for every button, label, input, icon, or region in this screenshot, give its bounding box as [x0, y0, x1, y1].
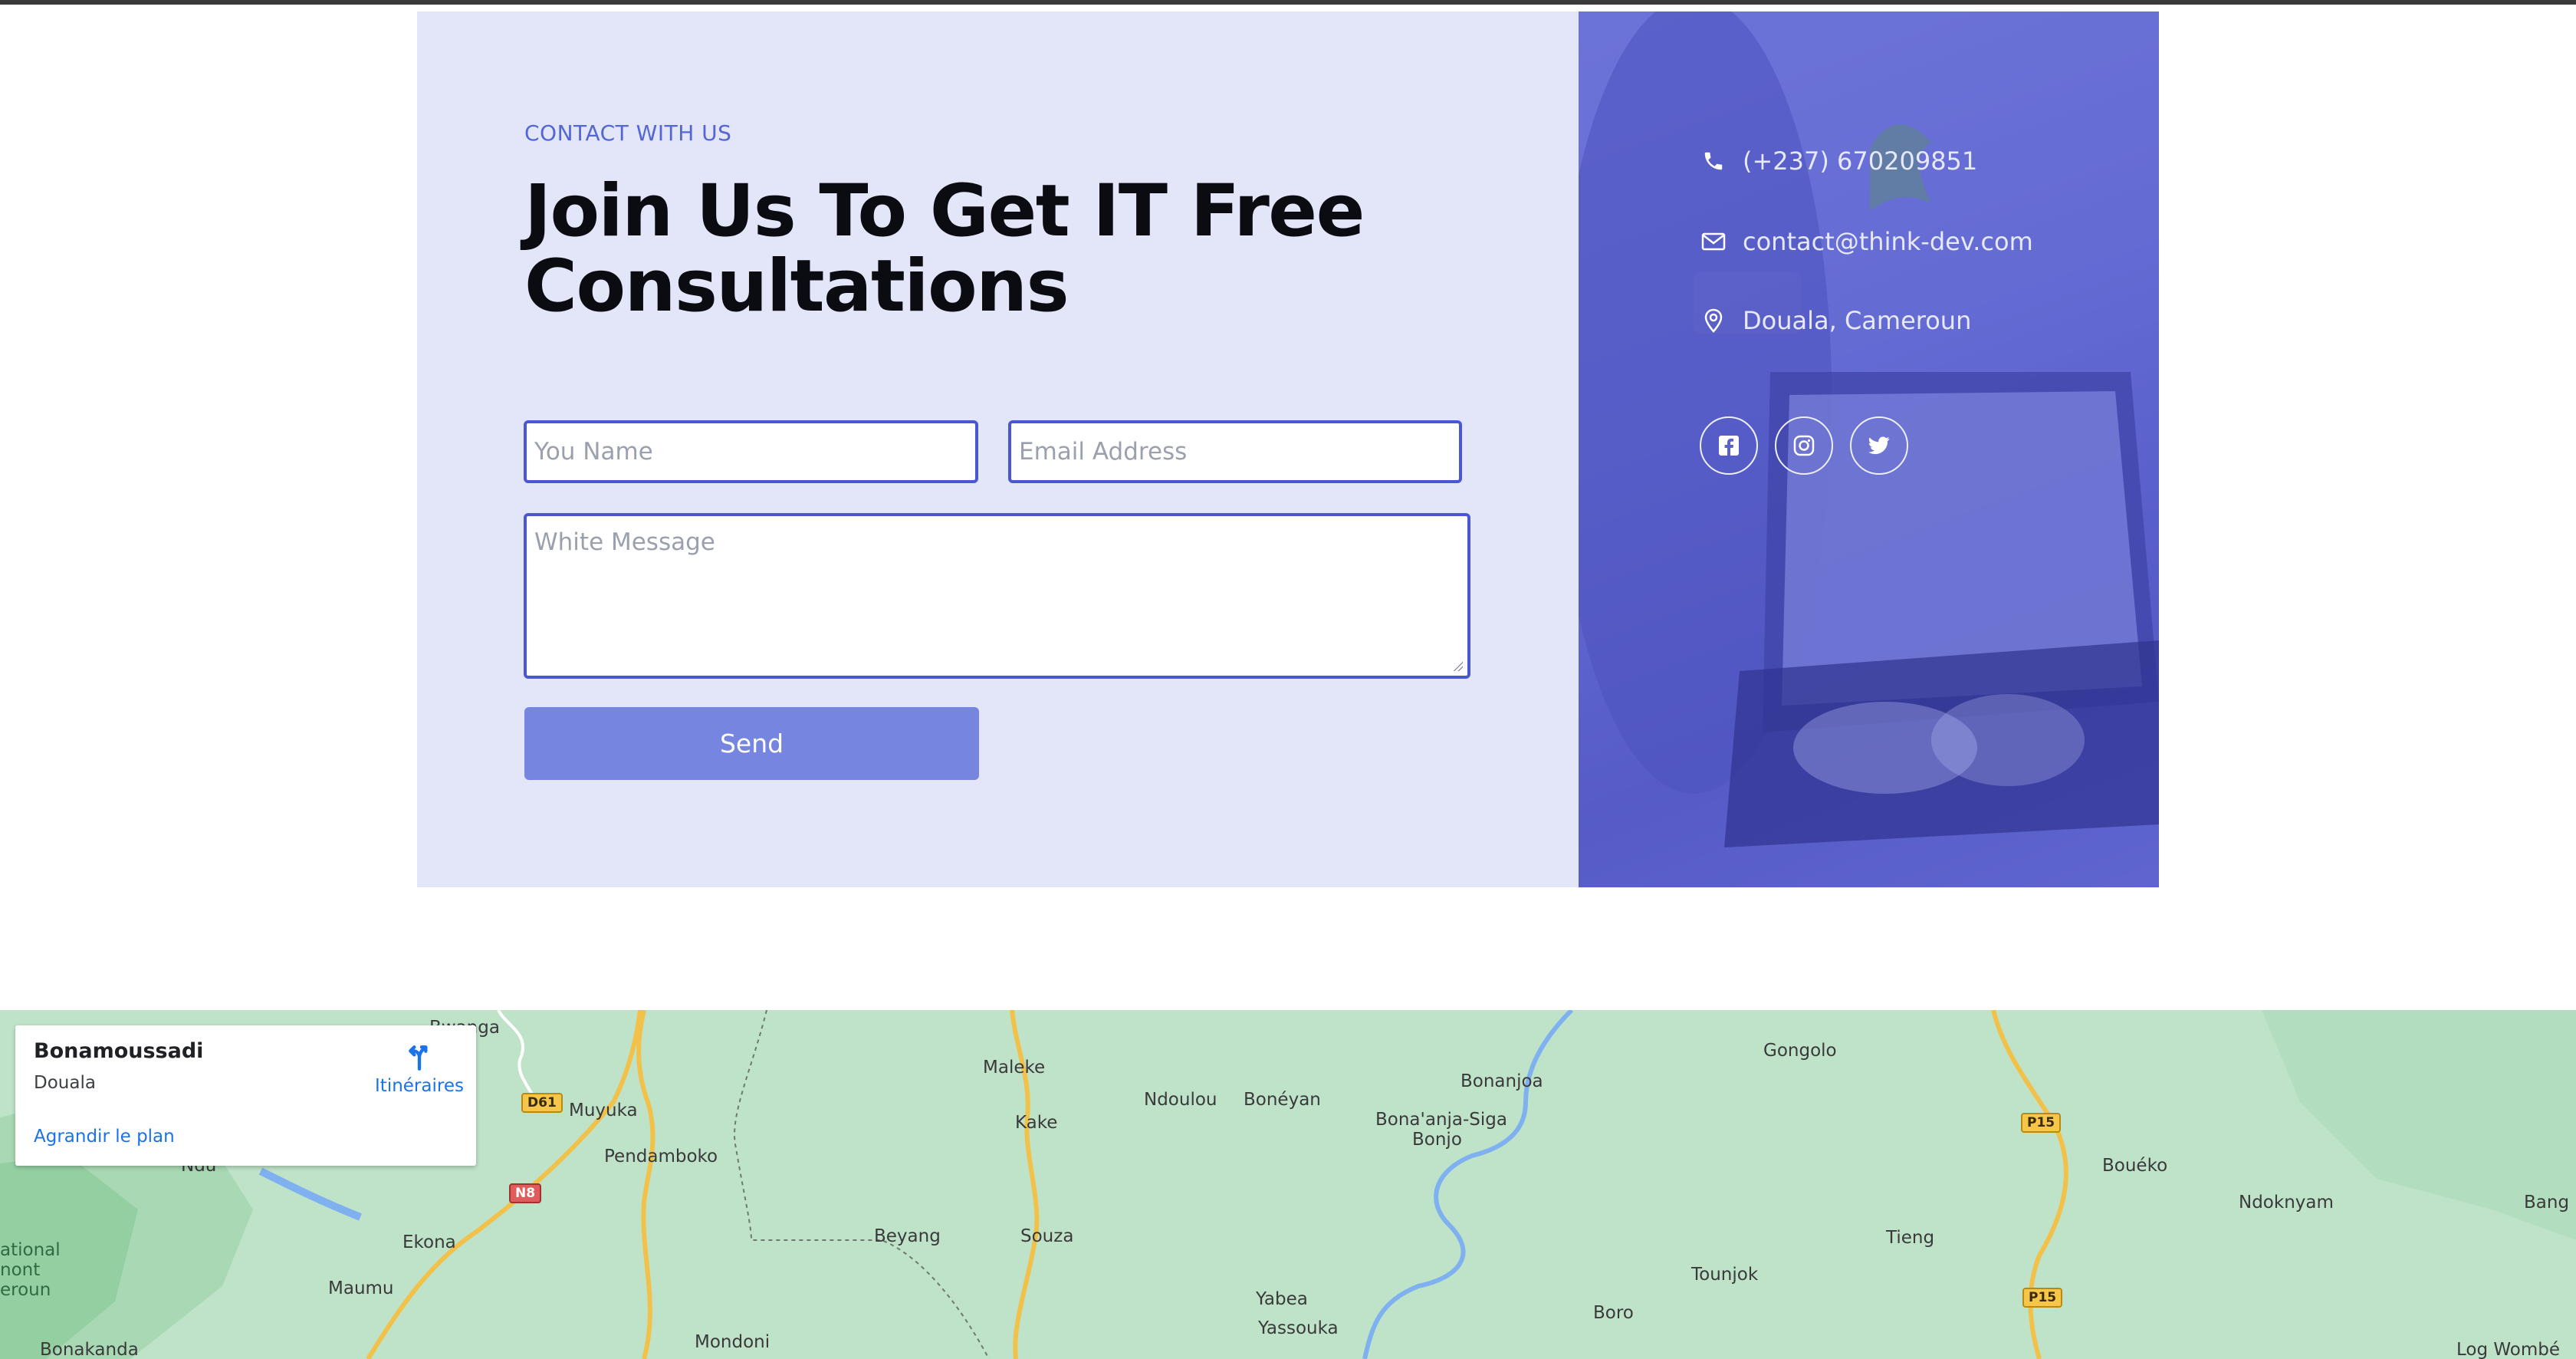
mail-icon: [1701, 229, 1726, 254]
name-placeholder: You Name: [534, 438, 653, 466]
road-label: D61: [521, 1093, 563, 1113]
place-label: Maumu: [328, 1278, 394, 1298]
place-label: eroun: [0, 1280, 51, 1300]
contact-section: CONTACT WITH US Join Us To Get IT Free C…: [417, 12, 2159, 887]
place-label: Maleke: [983, 1058, 1046, 1078]
road-label: P15: [2022, 1288, 2063, 1308]
place-label: Muyuka: [569, 1101, 638, 1120]
facebook-button[interactable]: [1700, 416, 1758, 475]
location-pin-icon: [1701, 308, 1726, 333]
contact-info-panel: (+237) 670209851 contact@think-dev.com D…: [1579, 12, 2159, 887]
directions-label: Itinéraires: [375, 1076, 464, 1096]
place-title: Bonamoussadi: [34, 1039, 204, 1063]
instagram-button[interactable]: [1775, 416, 1833, 475]
place-label: Bonakanda: [40, 1340, 139, 1359]
send-button[interactable]: Send: [524, 707, 979, 780]
place-label: Pendamboko: [604, 1147, 718, 1167]
place-label: ational: [0, 1240, 61, 1260]
message-textarea[interactable]: White Message: [524, 513, 1470, 679]
place-label: Ndoulou: [1144, 1090, 1217, 1110]
place-label: Ekona: [402, 1232, 456, 1252]
enlarge-map-link[interactable]: Agrandir le plan: [34, 1127, 175, 1147]
place-label: Bouéko: [2102, 1156, 2168, 1176]
contact-form-panel: CONTACT WITH US Join Us To Get IT Free C…: [417, 12, 1579, 887]
twitter-icon: [1868, 436, 1890, 455]
email-text: contact@think-dev.com: [1743, 227, 2033, 256]
place-label: Souza: [1020, 1226, 1074, 1246]
place-label: Beyang: [874, 1226, 941, 1246]
address-text: Douala, Cameroun: [1743, 306, 1972, 335]
place-label: Bonéyan: [1244, 1090, 1321, 1110]
phone-text: (+237) 670209851: [1743, 146, 1978, 176]
resize-handle[interactable]: [1452, 660, 1463, 671]
address-row: Douala, Cameroun: [1701, 306, 1971, 335]
place-subtitle: Douala: [34, 1073, 96, 1093]
place-label: Bonanjoa: [1460, 1071, 1543, 1091]
place-label: Yassouka: [1258, 1318, 1339, 1338]
place-label: Boro: [1593, 1303, 1634, 1323]
place-label: Yabea: [1256, 1289, 1308, 1309]
browser-top-edge: [0, 0, 2576, 5]
place-label: Tounjok: [1691, 1265, 1759, 1285]
place-label: Mondoni: [695, 1332, 770, 1352]
email-row[interactable]: contact@think-dev.com: [1701, 227, 2033, 256]
section-headline: Join Us To Get IT Free Consultations: [524, 169, 1365, 328]
place-label: Tieng: [1886, 1228, 1935, 1248]
place-label: Ndoknyam: [2239, 1193, 2334, 1213]
message-placeholder: White Message: [534, 528, 715, 556]
directions-icon: [409, 1045, 428, 1071]
name-input[interactable]: You Name: [524, 420, 978, 483]
phone-icon: [1701, 149, 1726, 173]
place-label: nont: [0, 1260, 41, 1280]
directions-button[interactable]: Itinéraires: [362, 1041, 477, 1102]
road-label: N8: [509, 1183, 542, 1203]
twitter-button[interactable]: [1850, 416, 1908, 475]
place-label: Bang: [2524, 1193, 2570, 1213]
section-eyebrow: CONTACT WITH US: [524, 120, 732, 146]
road-label: P15: [2021, 1113, 2062, 1133]
facebook-icon: [1719, 436, 1739, 456]
place-label: Bonjo: [1412, 1130, 1462, 1150]
instagram-icon: [1793, 435, 1815, 456]
embedded-map[interactable]: Bwanga Muyuka Pendamboko Ekona Maumu Bon…: [0, 1010, 2576, 1359]
email-input[interactable]: Email Address: [1008, 420, 1462, 483]
phone-row[interactable]: (+237) 670209851: [1701, 146, 1977, 176]
place-label: Gongolo: [1763, 1041, 1837, 1061]
map-place-card: Bonamoussadi Douala Agrandir le plan Iti…: [15, 1025, 476, 1166]
place-label: Bona'anja-Siga: [1375, 1110, 1507, 1130]
place-label: Log Wombé: [2456, 1340, 2561, 1359]
place-label: Kake: [1015, 1113, 1058, 1133]
email-placeholder: Email Address: [1019, 438, 1188, 466]
